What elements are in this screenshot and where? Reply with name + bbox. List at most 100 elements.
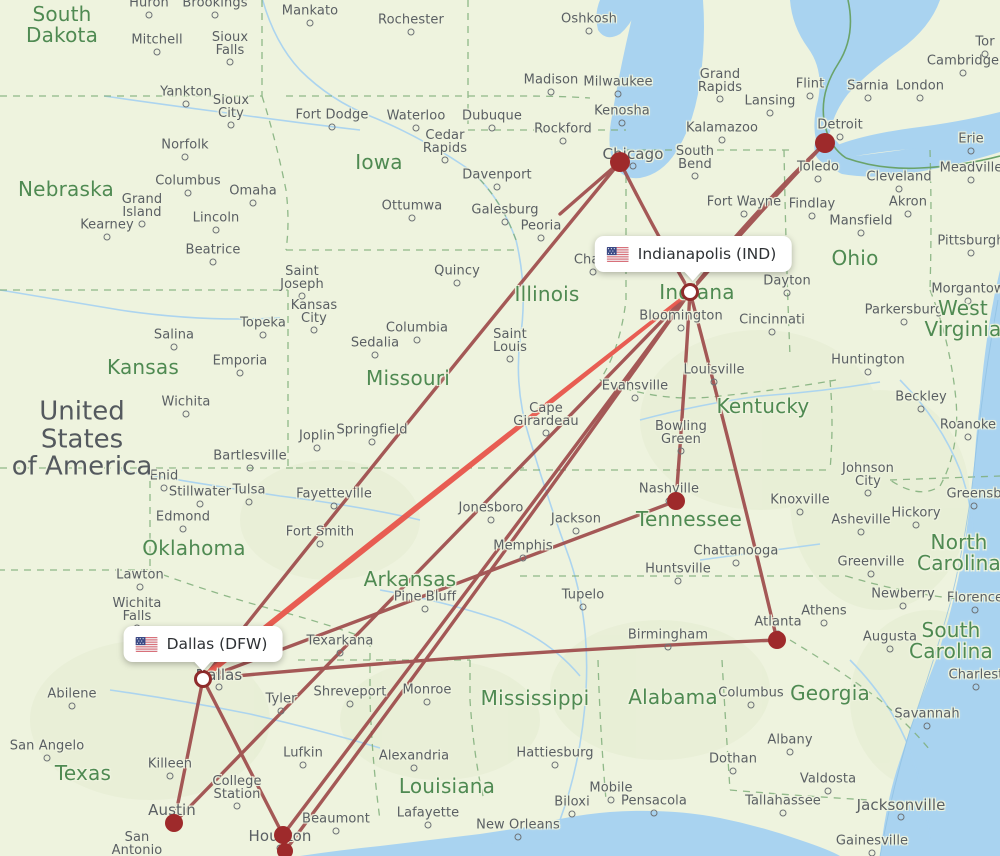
city-dot <box>328 123 336 131</box>
city-dot <box>857 528 865 536</box>
city-dot <box>410 764 418 772</box>
airport-marker-hou[interactable] <box>277 843 293 856</box>
city-dot <box>783 289 791 297</box>
flight-route-map[interactable]: Huron Brookings Mankato Rochester Oshkosh Mit… <box>0 0 1000 856</box>
city-dot <box>864 94 872 102</box>
city-dot <box>413 336 421 344</box>
airport-marker-iah[interactable] <box>274 826 292 844</box>
city-dot <box>181 153 189 161</box>
city-dot <box>650 809 658 817</box>
route-lines-highlight <box>201 290 692 681</box>
city-dot <box>537 234 545 242</box>
city-dot <box>245 498 253 506</box>
city-dot <box>493 183 501 191</box>
city-dot <box>306 19 314 27</box>
city-dot <box>917 405 925 413</box>
city-dot <box>886 645 894 653</box>
city-dot <box>423 698 431 706</box>
city-dot <box>971 606 979 614</box>
city-dot <box>820 619 828 627</box>
route-dfw-aus <box>172 677 205 825</box>
city-dot <box>138 220 146 228</box>
city-dot <box>732 559 740 567</box>
city-dot <box>677 324 685 332</box>
city-dot <box>196 500 204 508</box>
city-dot <box>441 156 449 164</box>
city-dot <box>488 124 496 132</box>
city-dot <box>215 683 223 691</box>
city-dot <box>233 802 241 810</box>
flight-routes-layer <box>172 141 827 853</box>
route-dfw-iah <box>201 677 285 837</box>
city-dot <box>212 226 220 234</box>
city-dot <box>607 796 615 804</box>
city-dot <box>618 119 626 127</box>
city-dot <box>912 521 920 529</box>
airport-marker-dtw[interactable] <box>815 133 835 153</box>
city-dot <box>313 444 321 452</box>
city-dot <box>166 772 174 780</box>
city-dot <box>453 279 461 287</box>
city-dot <box>786 748 794 756</box>
city-dot <box>677 447 685 455</box>
city-dot <box>572 527 580 535</box>
city-dot <box>867 570 875 578</box>
city-dot <box>209 258 217 266</box>
airport-marker-atl[interactable] <box>768 631 786 649</box>
city-dot <box>184 189 192 197</box>
city-dot <box>179 525 187 533</box>
city-dot <box>967 147 975 155</box>
city-dot <box>568 810 576 818</box>
city-dot <box>779 809 787 817</box>
city-dot <box>766 109 774 117</box>
city-dot <box>981 50 989 58</box>
city-dot <box>170 343 178 351</box>
city-dot <box>487 516 495 524</box>
city-dot <box>226 58 234 66</box>
city-dot <box>836 133 844 141</box>
city-dot <box>332 827 340 835</box>
city-dot <box>519 554 527 562</box>
city-dot <box>153 48 161 56</box>
city-dot <box>589 268 597 276</box>
city-dot <box>964 297 972 305</box>
callout-label: Dallas (DFW) <box>166 635 268 653</box>
city-dot <box>916 94 924 102</box>
airport-callout-ind[interactable]: Indianapolis (IND) <box>594 236 792 272</box>
city-dot <box>330 502 338 510</box>
city-dot <box>43 754 51 762</box>
city-dot <box>718 136 726 144</box>
city-dot <box>970 502 978 510</box>
airport-marker-dfw[interactable] <box>194 670 212 688</box>
city-dot <box>298 292 306 300</box>
city-dot <box>246 464 254 472</box>
city-dot <box>808 212 816 220</box>
city-dot <box>514 833 522 841</box>
city-dot <box>371 351 379 359</box>
city-dot <box>631 394 639 402</box>
city-dot <box>259 331 267 339</box>
city-dot <box>664 643 672 651</box>
airport-marker-aus[interactable] <box>165 814 183 832</box>
airport-callout-dfw[interactable]: Dallas (DFW) <box>123 626 283 662</box>
city-dot <box>346 700 354 708</box>
city-dot <box>796 508 804 516</box>
city-dot <box>923 722 931 730</box>
airport-marker-ind[interactable] <box>681 283 699 301</box>
city-dot <box>895 185 903 193</box>
city-dot <box>972 683 980 691</box>
city-dot <box>547 88 555 96</box>
city-dot <box>964 433 972 441</box>
city-dot <box>585 27 593 35</box>
city-dot <box>501 218 509 226</box>
airport-marker-bna[interactable] <box>667 492 685 510</box>
route-ord-ind <box>618 160 692 294</box>
city-dot <box>814 175 822 183</box>
city-dot <box>747 701 755 709</box>
city-dot <box>421 605 429 613</box>
airport-marker-ord[interactable] <box>610 152 630 172</box>
city-dot <box>629 162 637 170</box>
city-dot <box>68 702 76 710</box>
city-dot <box>904 210 912 218</box>
city-dot <box>551 761 559 769</box>
